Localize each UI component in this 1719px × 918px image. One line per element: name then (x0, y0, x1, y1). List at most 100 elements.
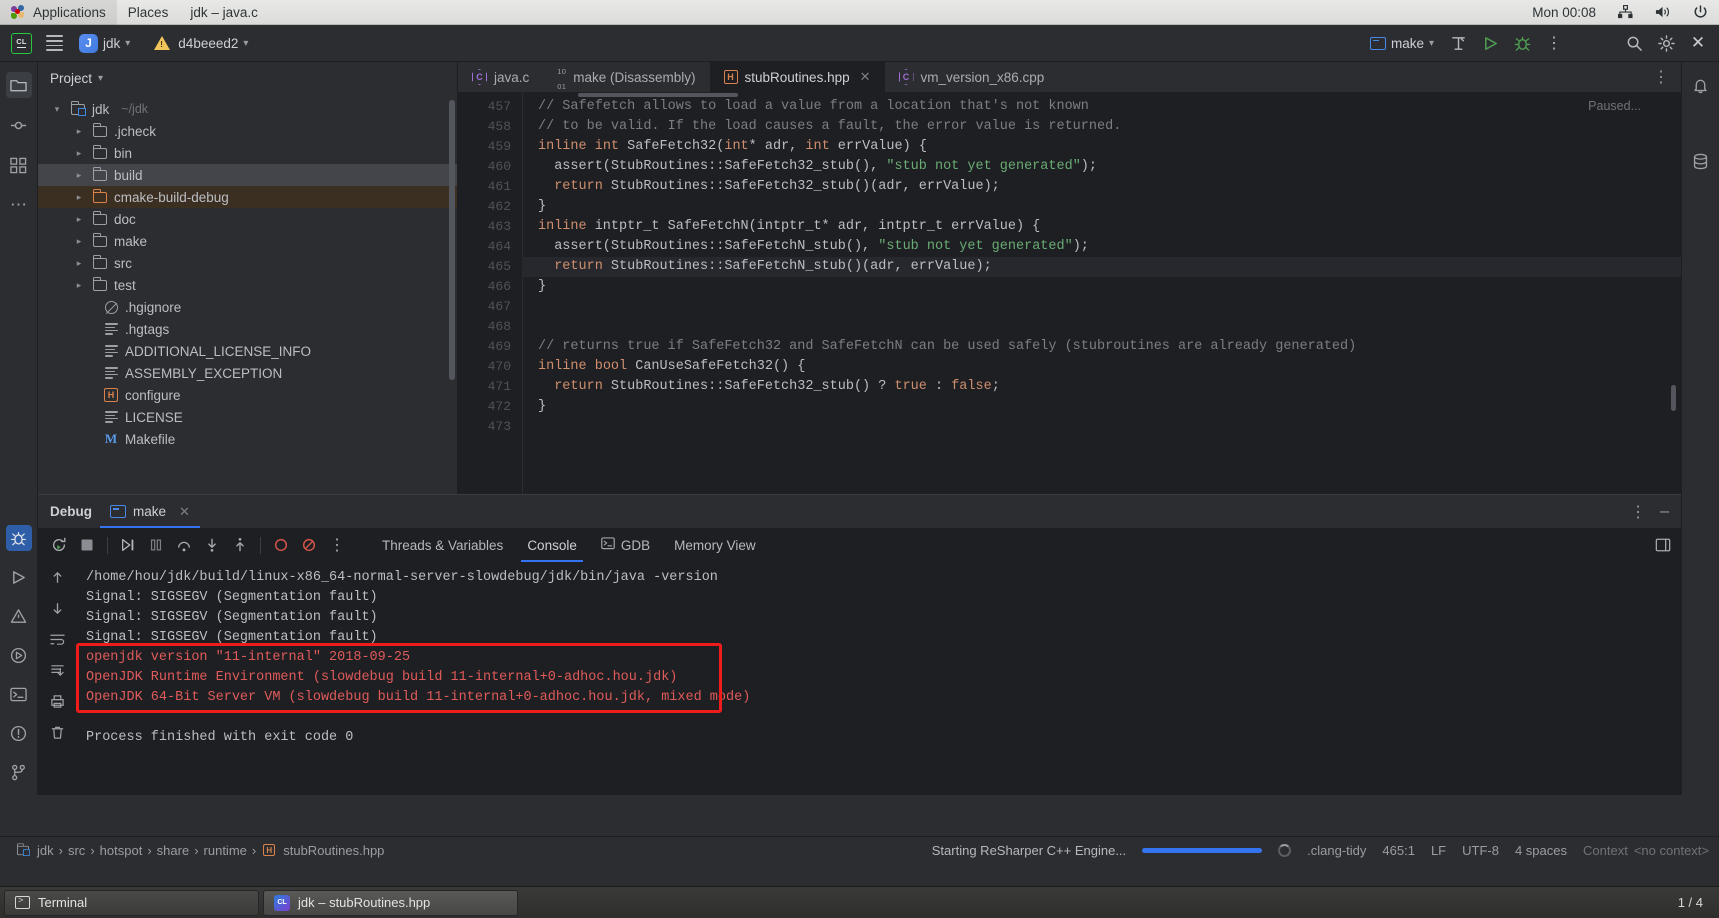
chevron-right-icon[interactable]: ▸ (72, 148, 86, 159)
debug-tab-console[interactable]: Console (515, 528, 589, 562)
places-menu[interactable]: Places (117, 0, 180, 25)
run-configuration-selector[interactable]: make ▾ (1363, 30, 1441, 56)
more-tool-windows-button[interactable]: ⋯ (6, 192, 32, 218)
view-breakpoints-icon[interactable] (268, 532, 294, 558)
workspace-pager[interactable]: 1 / 4 (1666, 895, 1715, 910)
tree-node-assembly-exception[interactable]: ASSEMBLY_EXCEPTION (38, 362, 457, 384)
layout-settings-icon[interactable] (1655, 532, 1681, 558)
breadcrumb-item-src[interactable]: src (63, 843, 90, 858)
code-line[interactable]: } (522, 277, 1681, 297)
debug-tab-threads-variables[interactable]: Threads & Variables (370, 528, 515, 562)
code-line[interactable]: } (522, 397, 1681, 417)
gnome-clock[interactable]: Mon 00:08 (1521, 0, 1607, 25)
code-line[interactable]: return StubRoutines::SafeFetch32_stub()(… (522, 177, 1681, 197)
chevron-right-icon[interactable]: ▸ (72, 192, 86, 203)
services-tool-button[interactable] (6, 642, 32, 668)
project-tree-scrollbar[interactable] (449, 100, 455, 380)
gear-icon[interactable] (1651, 29, 1681, 57)
code-line[interactable]: inline int SafeFetch32(int* adr, int err… (522, 137, 1681, 157)
vcs-branch-tool-button[interactable] (6, 759, 32, 785)
database-icon[interactable] (1688, 148, 1714, 174)
tree-node-test[interactable]: ▸ test (38, 274, 457, 296)
scroll-to-end-icon[interactable] (50, 663, 65, 683)
soft-wrap-icon[interactable] (49, 632, 65, 652)
volume-icon[interactable] (1644, 0, 1682, 25)
more-actions-button[interactable]: ⋮ (1539, 29, 1569, 57)
close-icon[interactable]: ✕ (179, 504, 190, 520)
breadcrumb-item-runtime[interactable]: runtime (199, 843, 252, 858)
notifications-tool-button[interactable] (6, 720, 32, 746)
scroll-down-icon[interactable] (50, 601, 65, 621)
code-line[interactable]: // Safefetch allows to load a value from… (522, 97, 1681, 117)
code-line[interactable]: return StubRoutines::SafeFetch32_stub() … (522, 377, 1681, 397)
editor-tab-java-c[interactable]: Cjava.c (458, 62, 543, 92)
context-value[interactable]: <no context> (1634, 843, 1709, 858)
search-everywhere-button[interactable] (1619, 29, 1649, 57)
inspection-profile-label[interactable]: .clang-tidy (1307, 843, 1366, 858)
code-line[interactable]: // to be valid. If the load causes a fau… (522, 117, 1681, 137)
tree-node-jcheck[interactable]: ▸ .jcheck (38, 120, 457, 142)
code-line[interactable] (522, 317, 1681, 337)
code-line[interactable] (522, 417, 1681, 437)
tree-node-doc[interactable]: ▸ doc (38, 208, 457, 230)
debug-button[interactable] (1507, 29, 1537, 57)
structure-tool-button[interactable] (6, 152, 32, 178)
editor-vertical-scrollbar[interactable] (1671, 385, 1676, 411)
tree-node-bin[interactable]: ▸ bin (38, 142, 457, 164)
clear-all-icon[interactable] (50, 725, 65, 745)
chevron-right-icon[interactable]: ▸ (72, 214, 86, 225)
breadcrumb-item-stubroutines-hpp[interactable]: HstubRoutines.hpp (256, 842, 389, 858)
editor-tab-make-disassembly[interactable]: 10 01 make (Disassembly) (543, 62, 709, 92)
code-line[interactable]: inline intptr_t SafeFetchN(intptr_t* adr… (522, 217, 1681, 237)
project-widget[interactable]: J jdk ▾ (72, 30, 137, 56)
encoding-label[interactable]: UTF-8 (1462, 843, 1499, 858)
editor-tab-stubroutines-hpp[interactable]: HstubRoutines.hpp ✕ (709, 62, 885, 92)
editor-tabs-more-icon[interactable]: ⋮ (1641, 62, 1681, 92)
minimize-icon[interactable]: – (1660, 503, 1669, 519)
debug-tab-gdb[interactable]: GDB (589, 528, 662, 562)
debug-tool-button[interactable] (5, 525, 32, 551)
tree-node-hgignore[interactable]: .hgignore (38, 296, 457, 318)
step-out-icon[interactable] (227, 532, 253, 558)
chevron-down-icon[interactable]: ▾ (50, 104, 64, 115)
code-line[interactable]: assert(StubRoutines::SafeFetch32_stub(),… (522, 157, 1681, 177)
step-over-icon[interactable] (171, 532, 197, 558)
rerun-icon[interactable] (46, 532, 72, 558)
power-icon[interactable] (1682, 0, 1719, 25)
close-icon[interactable]: ✕ (860, 69, 871, 85)
chevron-right-icon[interactable]: ▸ (72, 280, 86, 291)
tree-node-configure[interactable]: Hconfigure (38, 384, 457, 406)
chevron-right-icon[interactable]: ▸ (72, 126, 86, 137)
debug-more-icon[interactable]: ⋮ (324, 532, 350, 558)
caret-position-label[interactable]: 465:1 (1382, 843, 1415, 858)
breadcrumb-item-share[interactable]: share (152, 843, 195, 858)
scroll-up-icon[interactable] (50, 570, 65, 590)
stop-icon[interactable] (74, 532, 100, 558)
run-tool-button[interactable] (6, 564, 32, 590)
breadcrumb-item-hotspot[interactable]: hotspot (95, 843, 148, 858)
clion-logo-icon[interactable]: CL (6, 30, 37, 56)
chevron-right-icon[interactable]: ▸ (72, 258, 86, 269)
close-window-button[interactable]: ✕ (1683, 29, 1713, 57)
terminal-tool-button[interactable] (6, 681, 32, 707)
chevron-right-icon[interactable]: ▸ (72, 170, 86, 181)
debug-tab-memory-view[interactable]: Memory View (662, 528, 768, 562)
tree-node-license[interactable]: LICENSE (38, 406, 457, 428)
debug-options-icon[interactable]: ⋮ (1630, 502, 1646, 522)
active-window-title[interactable]: jdk – java.c (179, 0, 269, 25)
tree-node-root[interactable]: ▾ jdk ~/jdk (38, 98, 457, 120)
hamburger-menu-icon[interactable] (37, 30, 72, 56)
code-line[interactable]: // returns true if SafeFetch32 and SafeF… (522, 337, 1681, 357)
tree-node-src[interactable]: ▸ src (38, 252, 457, 274)
taskbar-item-terminal[interactable]: Terminal (4, 889, 259, 916)
network-icon[interactable] (1607, 0, 1644, 25)
step-into-icon[interactable] (199, 532, 225, 558)
build-button[interactable] (1443, 29, 1473, 57)
vcs-widget[interactable]: d4beeed2 ▾ (147, 30, 255, 56)
tree-node-make[interactable]: ▸ make (38, 230, 457, 252)
code-line[interactable]: inline bool CanUseSafeFetch32() { (522, 357, 1681, 377)
mute-breakpoints-icon[interactable] (296, 532, 322, 558)
tree-node-makefile[interactable]: M Makefile (38, 428, 457, 450)
tree-node-cmake-build-debug[interactable]: ▸ cmake-build-debug (38, 186, 457, 208)
editor-tab-vm-version-x86-cpp[interactable]: Cvm_version_x86.cpp (885, 62, 1059, 92)
